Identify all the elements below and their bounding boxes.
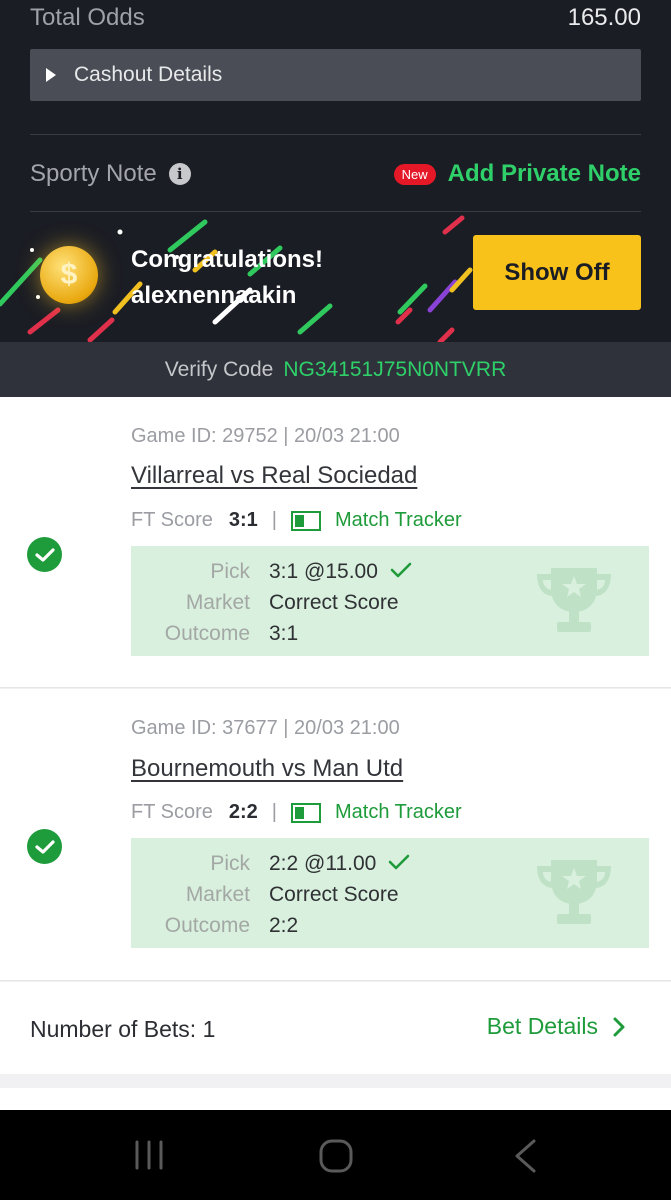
ft-score-label: FT Score	[131, 509, 213, 531]
add-private-note-label: Add Private Note	[447, 160, 641, 187]
caret-right-icon	[46, 68, 56, 82]
checkmark-icon	[388, 852, 410, 876]
verify-code-label: Verify Code	[164, 357, 274, 381]
ft-score-value: 3:1	[228, 509, 258, 531]
match-tracker-icon[interactable]	[290, 802, 321, 823]
match-tracker-link[interactable]: Match Tracker	[335, 509, 462, 532]
home-icon[interactable]	[318, 1138, 354, 1174]
congratulations-text: Congratulations! alexnennaakin	[131, 242, 323, 314]
recent-apps-icon[interactable]	[132, 1138, 166, 1172]
bets-footer: Number of Bets: 1 Bet Details	[0, 982, 671, 1074]
ft-score-row: FT Score 3:1 | Match Tracker	[131, 509, 462, 532]
chevron-right-icon	[613, 1017, 625, 1036]
verify-code-bar: Verify Code NG34151J75N0NTVRR	[0, 342, 671, 397]
market-row: Market Correct Score	[131, 591, 399, 615]
outcome-value: 2:2	[269, 914, 299, 937]
congratulations-banner: $ Congratulations! alexnennaakin Show Of…	[0, 212, 671, 342]
market-value: Correct Score	[269, 591, 399, 614]
back-icon[interactable]	[512, 1138, 538, 1174]
market-row: Market Correct Score	[131, 883, 399, 907]
cashout-details-toggle[interactable]: Cashout Details	[30, 49, 641, 101]
total-odds-row: Total Odds 165.00	[30, 0, 641, 36]
system-navigation-bar	[0, 1110, 671, 1200]
ft-score-row: FT Score 2:2 | Match Tracker	[131, 801, 462, 824]
match-title-link[interactable]: Bournemouth vs Man Utd	[131, 755, 403, 783]
next-section-edge	[0, 1088, 671, 1110]
ft-score-label: FT Score	[131, 801, 213, 823]
sporty-note-row: Sporty Note i New Add Private Note	[30, 152, 641, 196]
bet-summary-header: Total Odds 165.00 Cashout Details Sporty…	[0, 0, 671, 397]
pick-label: Pick	[210, 852, 250, 875]
new-badge: New	[393, 163, 436, 185]
outcome-row: Outcome 3:1	[131, 622, 298, 646]
total-odds-value: 165.00	[567, 4, 641, 31]
outcome-label: Outcome	[164, 622, 250, 645]
check-circle-icon	[27, 537, 62, 572]
section-gap	[0, 1074, 671, 1088]
market-value: Correct Score	[269, 883, 399, 906]
ft-score-value: 2:2	[228, 801, 258, 823]
pick-row: Pick 2:2 @11.00	[131, 852, 410, 876]
separator: |	[271, 801, 277, 823]
trophy-icon	[537, 568, 611, 632]
coin-icon: $	[40, 246, 98, 304]
match-title-link[interactable]: Villarreal vs Real Sociedad	[131, 462, 417, 490]
outcome-row: Outcome 2:2	[131, 914, 298, 938]
market-label: Market	[185, 883, 250, 906]
sporty-note-title: Sporty Note i	[30, 160, 191, 188]
market-label: Market	[185, 591, 250, 614]
total-odds-label: Total Odds	[30, 4, 145, 31]
bet-card: Game ID: 37677 | 20/03 21:00 Bournemouth…	[0, 689, 671, 981]
pick-value: 2:2 @11.00	[269, 852, 377, 875]
add-private-note-button[interactable]: New Add Private Note	[393, 160, 641, 188]
separator: |	[271, 509, 277, 531]
bet-details-label: Bet Details	[486, 1013, 598, 1039]
cashout-details-label: Cashout Details	[74, 63, 223, 86]
outcome-label: Outcome	[164, 914, 250, 937]
match-tracker-icon[interactable]	[290, 510, 321, 531]
outcome-value: 3:1	[269, 622, 299, 645]
pick-label: Pick	[210, 560, 250, 583]
pick-value: 3:1 @15.00	[269, 560, 378, 583]
sporty-note-label: Sporty Note	[30, 160, 157, 187]
game-id: Game ID: 37677 | 20/03 21:00	[131, 717, 400, 739]
pick-details-box: Pick 2:2 @11.00 Market Correct Score Out…	[131, 838, 649, 948]
show-off-button[interactable]: Show Off	[473, 235, 641, 310]
match-tracker-link[interactable]: Match Tracker	[335, 801, 462, 824]
congratulations-title: Congratulations!	[131, 246, 323, 273]
trophy-icon	[537, 860, 611, 924]
info-icon[interactable]: i	[168, 163, 191, 185]
pick-row: Pick 3:1 @15.00	[131, 560, 412, 584]
username: alexnennaakin	[131, 282, 297, 309]
check-circle-icon	[27, 829, 62, 864]
game-id: Game ID: 29752 | 20/03 21:00	[131, 425, 400, 447]
bet-details-link[interactable]: Bet Details	[487, 1013, 626, 1040]
checkmark-icon	[390, 560, 412, 584]
divider	[30, 134, 641, 135]
pick-details-box: Pick 3:1 @15.00 Market Correct Score Out…	[131, 546, 649, 656]
verify-code-value[interactable]: NG34151J75N0NTVRR	[283, 358, 506, 382]
number-of-bets: Number of Bets: 1	[30, 1016, 216, 1042]
bet-card: Game ID: 29752 | 20/03 21:00 Villarreal …	[0, 397, 671, 688]
